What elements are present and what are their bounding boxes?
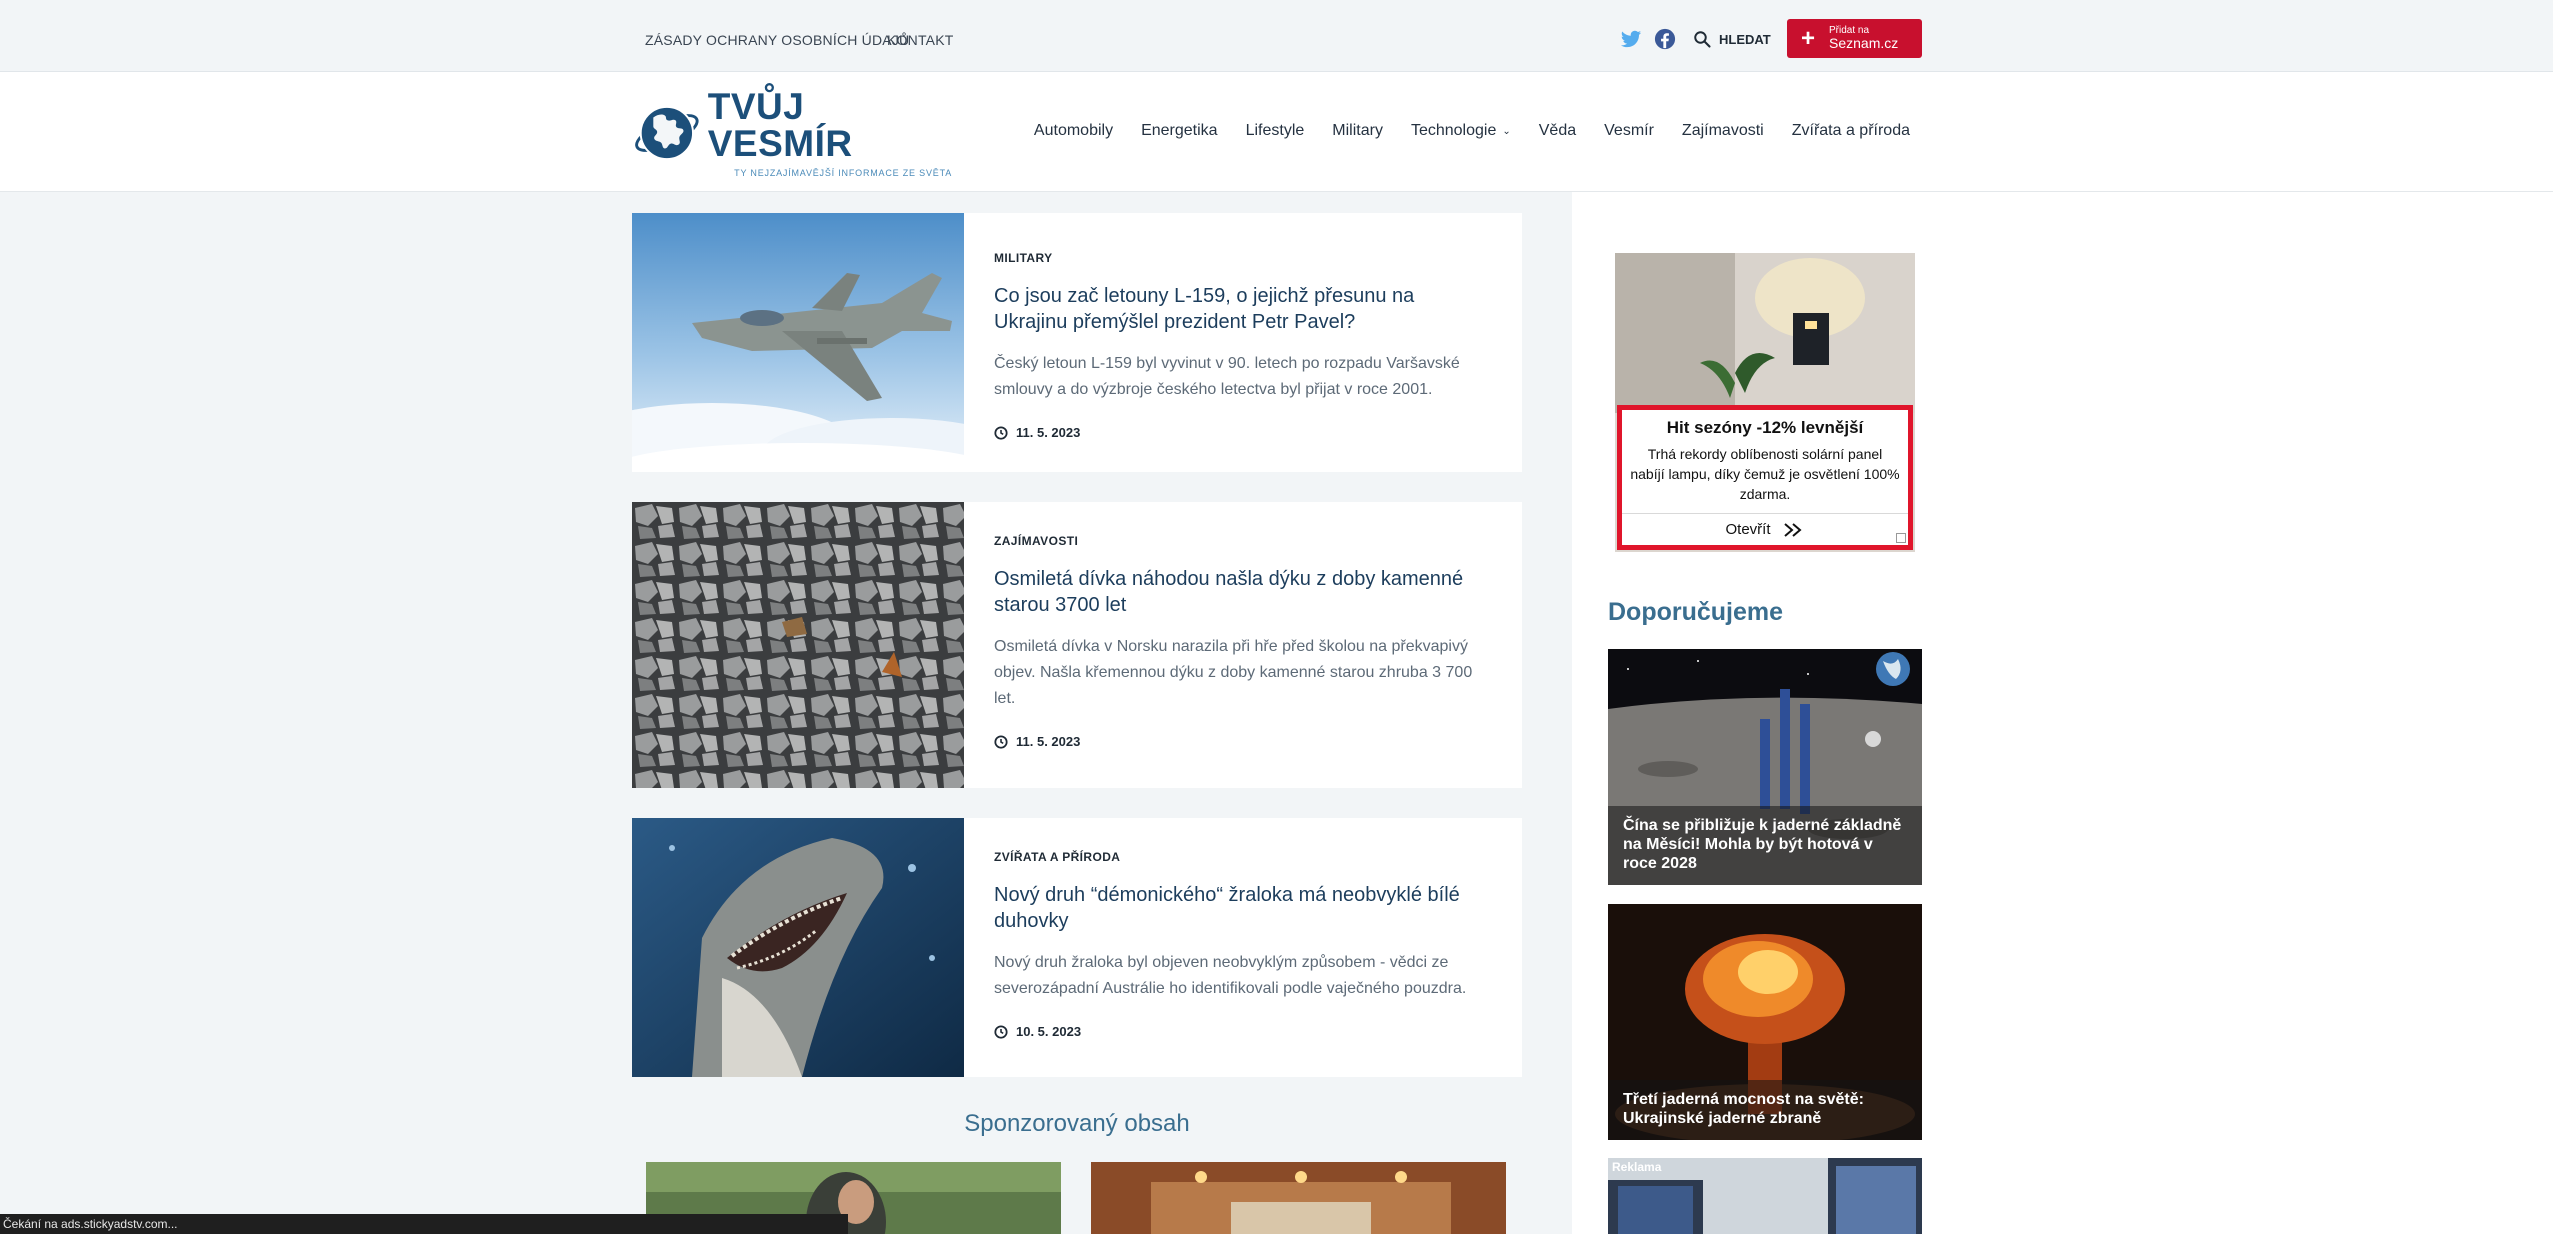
clock-icon	[994, 734, 1008, 749]
browser-status-bar: Čekání na ads.stickyadstv.com...	[0, 1214, 848, 1234]
sponsored-card-2[interactable]	[1091, 1162, 1506, 1234]
clock-icon	[994, 1024, 1008, 1039]
recommended-ad-card[interactable]: Reklama	[1608, 1158, 1922, 1234]
recommended-caption: Čína se přibližuje k jaderné základně na…	[1608, 806, 1922, 885]
logo-name: TVŮJ VESMÍR	[707, 86, 853, 164]
nav-item-zvirata[interactable]: Zvířata a příroda	[1792, 122, 1910, 140]
recommended-card[interactable]: Čína se přibližuje k jaderné základně na…	[1608, 649, 1922, 885]
ad-headline: Hit sezóny -12% levnější	[1666, 418, 1864, 437]
article-date-text: 11. 5. 2023	[1016, 734, 1081, 749]
article-title[interactable]: Co jsou zač letouny L-159, o jejichž pře…	[994, 283, 1492, 335]
ad-label: Reklama	[1612, 1160, 1662, 1174]
article-card: ZVÍŘATA A PŘÍRODA Nový druh “démonického…	[632, 818, 1522, 1077]
nav-item-energetika[interactable]: Energetika	[1141, 122, 1218, 140]
chevron-down-icon: ⌄	[1502, 125, 1511, 137]
nav-item-military[interactable]: Military	[1332, 122, 1383, 140]
logo-tagline: TY NEJZAJÍMAVĚJŠÍ INFORMACE ZE SVĚTA	[734, 168, 952, 178]
nav-item-technologie-label: Technologie	[1410, 122, 1497, 139]
sponsored-heading: Sponzorovaný obsah	[964, 1110, 1190, 1137]
globe-logo-icon	[635, 105, 699, 161]
privacy-link[interactable]: ZÁSADY OCHRANY OSOBNÍCH ÚDAJŮ	[645, 32, 909, 48]
article-image-jet[interactable]	[632, 213, 964, 472]
search-button[interactable]: HLEDAT	[1693, 28, 1773, 50]
ad-text: Trhá rekordy oblíbenosti solární panel n…	[1630, 446, 1900, 502]
search-label: HLEDAT	[1719, 31, 1771, 47]
article-date-text: 11. 5. 2023	[1016, 425, 1081, 440]
article-date-text: 10. 5. 2023	[1016, 1024, 1082, 1039]
article-date: 11. 5. 2023	[994, 425, 1492, 440]
plus-icon: +	[1800, 24, 1815, 52]
article-excerpt: Nový druh žraloka byl objeven neobvyklým…	[994, 954, 1467, 997]
article-category[interactable]: ZVÍŘATA A PŘÍRODA	[994, 850, 1492, 864]
article-date: 11. 5. 2023	[994, 734, 1492, 749]
ad-open-button[interactable]: Otevřít	[1622, 513, 1908, 545]
article-category[interactable]: ZAJÍMAVOSTI	[994, 534, 1492, 548]
site-logo[interactable]: TVŮJ VESMÍR TY NEJZAJÍMAVĚJŠÍ INFORMACE …	[632, 88, 952, 178]
article-excerpt: Osmiletá dívka v Norsku narazila při hře…	[994, 638, 1473, 707]
seznam-line2: Seznam.cz	[1829, 35, 1899, 52]
article-image-shark[interactable]	[632, 818, 964, 1077]
ad-open-label: Otevřít	[1725, 521, 1771, 538]
ad-text-box: Hit sezóny -12% levnější Trhá rekordy ob…	[1617, 405, 1913, 550]
nav-item-automobily[interactable]: Automobily	[1034, 122, 1113, 140]
article-category[interactable]: MILITARY	[994, 251, 1492, 265]
nav-item-technologie[interactable]: Technologie ⌄	[1411, 122, 1511, 140]
advertisement[interactable]: Hit sezóny -12% levnější Trhá rekordy ob…	[1615, 253, 1915, 552]
search-icon	[1694, 31, 1711, 48]
article-title[interactable]: Osmiletá dívka náhodou našla dýku z doby…	[994, 566, 1492, 618]
main-nav: Automobily Energetika Lifestyle Military…	[1034, 122, 1910, 140]
recommended-heading: Doporučujeme	[1608, 598, 1784, 626]
contact-link[interactable]: KONTAKT	[887, 32, 953, 48]
article-excerpt: Český letoun L-159 byl vyvinut v 90. let…	[994, 355, 1460, 398]
top-bar: ZÁSADY OCHRANY OSOBNÍCH ÚDAJŮ KONTAKT HL…	[0, 0, 2553, 72]
double-chevron-right-icon	[1783, 522, 1802, 537]
facebook-icon[interactable]	[1654, 28, 1676, 50]
article-date: 10. 5. 2023	[994, 1024, 1492, 1039]
article-image-stones[interactable]	[632, 502, 964, 788]
recommended-card[interactable]: Třetí jaderná mocnost na světě: Ukrajins…	[1608, 904, 1922, 1140]
nav-item-vesmir[interactable]: Vesmír	[1604, 122, 1654, 140]
ad-info-icon[interactable]	[1896, 533, 1906, 543]
article-card: MILITARY Co jsou zač letouny L-159, o je…	[632, 213, 1522, 472]
nav-item-zajimavosti[interactable]: Zajímavosti	[1682, 122, 1764, 140]
add-to-seznam-button[interactable]: + Přidat na Seznam.cz	[1787, 19, 1922, 58]
ad-image	[1615, 253, 1915, 413]
nav-item-lifestyle[interactable]: Lifestyle	[1246, 122, 1305, 140]
twitter-icon[interactable]	[1620, 28, 1642, 50]
clock-icon	[994, 425, 1008, 440]
article-title[interactable]: Nový druh “démonického“ žraloka má neobv…	[994, 882, 1492, 934]
article-card: ZAJÍMAVOSTI Osmiletá dívka náhodou našla…	[632, 502, 1522, 788]
recommended-caption: Třetí jaderná mocnost na světě: Ukrajins…	[1608, 1080, 1922, 1140]
nav-item-veda[interactable]: Věda	[1539, 122, 1576, 140]
site-header: TVŮJ VESMÍR TY NEJZAJÍMAVĚJŠÍ INFORMACE …	[0, 72, 2553, 192]
